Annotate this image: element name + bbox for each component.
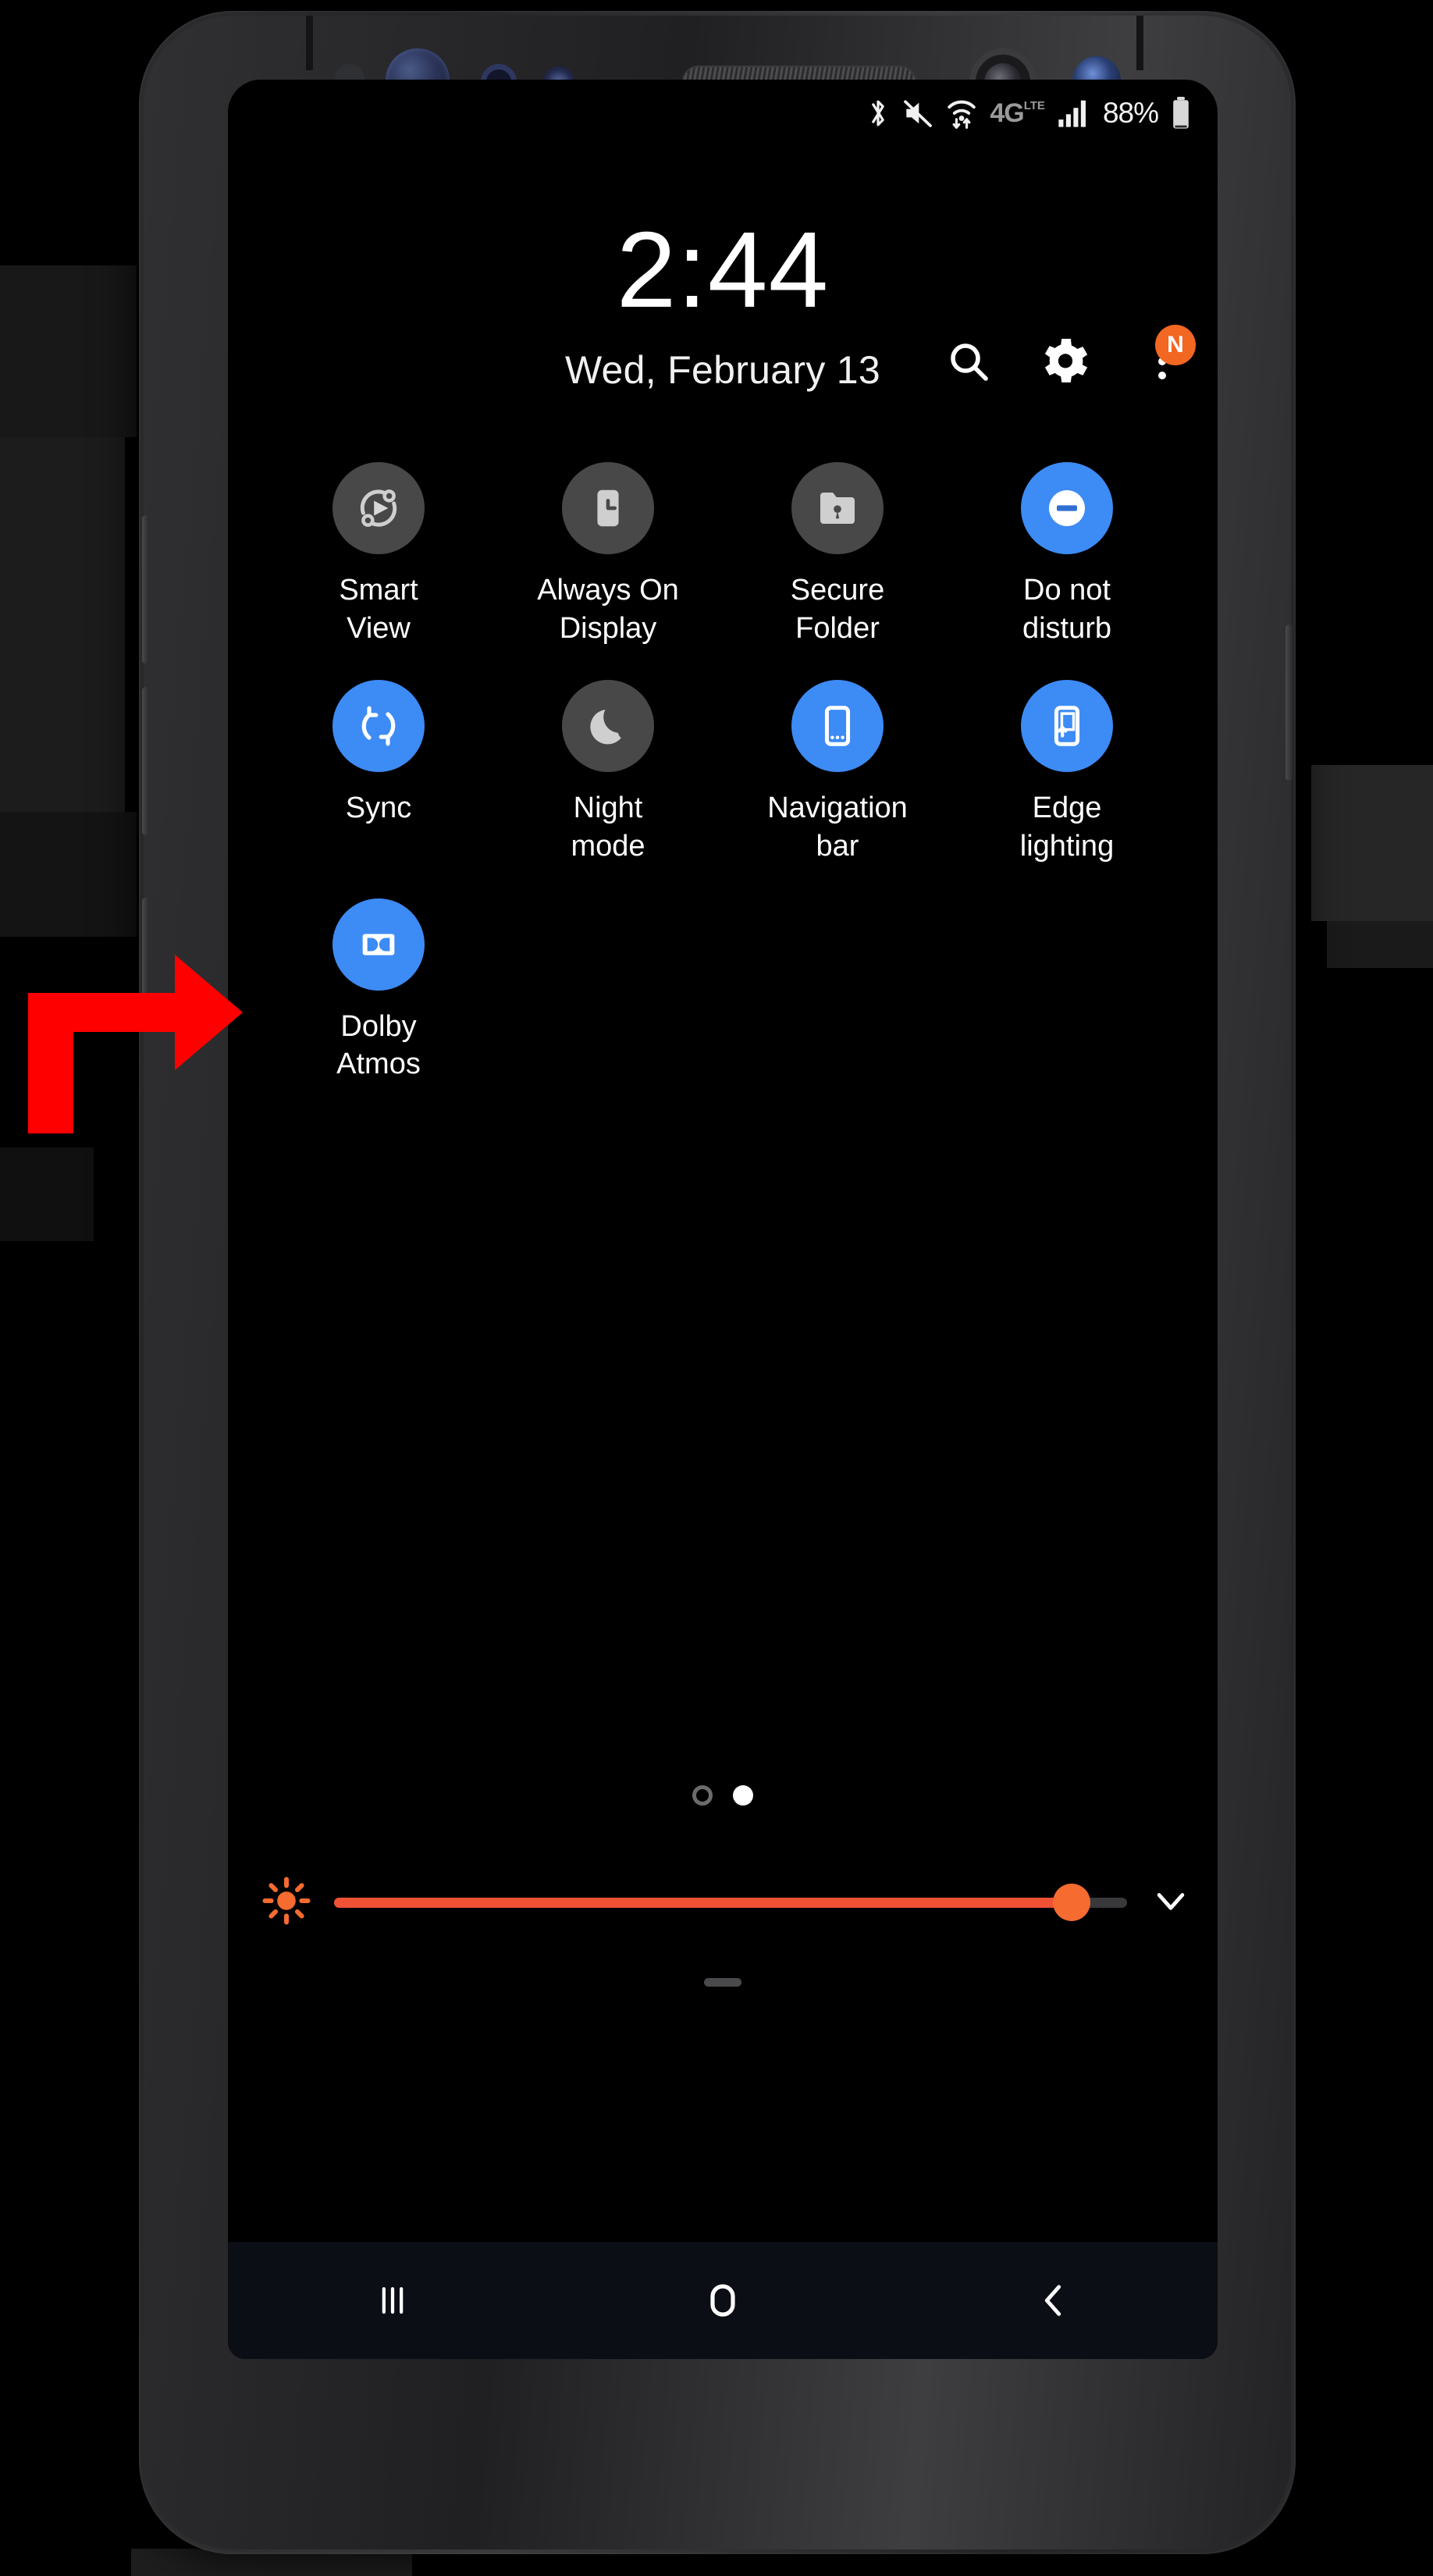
desktop-background-shape <box>1311 765 1433 921</box>
page-dot-2[interactable] <box>733 1785 753 1806</box>
search-icon <box>951 343 988 381</box>
quick-tile-secure-folder[interactable]: Secure Folder <box>723 462 952 647</box>
quick-tile-smart-view[interactable]: Smart View <box>264 462 493 647</box>
wifi-icon <box>946 97 977 130</box>
phone-screen: 4G LTE 88% 2:44 Wed, February 13 N Smart… <box>228 80 1218 2359</box>
desktop-background-shape <box>1327 921 1433 968</box>
bezel-notch <box>306 16 313 70</box>
quick-tile-always-on-display[interactable]: Always On Display <box>493 462 723 647</box>
desktop-background-shape <box>0 265 137 437</box>
gear-icon <box>1044 339 1088 382</box>
search-button[interactable] <box>944 337 993 386</box>
desktop-background-shape <box>0 437 125 812</box>
system-navigation-bar <box>228 2242 1218 2359</box>
quick-panel-actions: N <box>944 325 1196 386</box>
quick-tile-label: Navigation bar <box>767 792 908 863</box>
brightness-slider[interactable] <box>334 1867 1127 1937</box>
phone-device-frame: 4G LTE 88% 2:44 Wed, February 13 N Smart… <box>139 11 1296 2554</box>
dolby-atmos-toggle[interactable] <box>332 898 425 991</box>
status-bar: 4G LTE 88% <box>228 80 1218 147</box>
notification-badge: N <box>1155 325 1196 365</box>
volume-down-button[interactable] <box>142 687 149 835</box>
power-button[interactable] <box>1285 624 1293 781</box>
do-not-disturb-toggle[interactable] <box>1021 462 1113 554</box>
home-button[interactable] <box>664 2242 781 2359</box>
quick-tile-night-mode[interactable]: Night mode <box>493 680 723 865</box>
quick-tile-label: Sync <box>345 792 412 825</box>
quick-tile-dolby-atmos[interactable]: Dolby Atmos <box>264 898 493 1083</box>
panel-drag-handle[interactable] <box>704 1978 741 1987</box>
slider-thumb[interactable] <box>1052 1884 1090 1921</box>
network-type-icon: 4G LTE <box>990 98 1045 129</box>
quick-tile-label: Do not disturb <box>1022 574 1112 645</box>
quick-tile-navigation-bar[interactable]: Navigation bar <box>723 680 952 865</box>
sync-icon <box>361 706 396 746</box>
battery-icon <box>1171 97 1191 130</box>
quick-settings-grid: Smart View Always On Display Secure Fold… <box>264 462 1182 1083</box>
brightness-expand-button[interactable] <box>1150 1880 1191 1925</box>
always-on-display-icon <box>597 489 619 527</box>
network-type-label: 4G <box>990 98 1024 128</box>
settings-button[interactable] <box>1041 337 1090 386</box>
screenshot-root: 4G LTE 88% 2:44 Wed, February 13 N Smart… <box>0 0 1433 2576</box>
chevron-down-icon <box>1157 1892 1185 1910</box>
back-icon <box>1044 2285 1061 2316</box>
secure-folder-toggle[interactable] <box>791 462 884 554</box>
navigation-bar-toggle[interactable] <box>791 680 884 773</box>
brightness-sun-icon <box>262 1876 311 1929</box>
moon-icon <box>590 710 621 745</box>
clock-time: 2:44 <box>616 210 830 330</box>
recents-icon <box>382 2287 404 2314</box>
smart-view-toggle[interactable] <box>332 462 425 554</box>
red-arrow-annotation <box>28 955 243 1133</box>
smart-view-icon <box>360 489 397 527</box>
navigation-bar-icon <box>824 706 851 747</box>
signal-bars-icon <box>1058 98 1087 128</box>
desktop-background-shape <box>0 812 137 937</box>
page-dot-1[interactable] <box>692 1785 713 1806</box>
dolby-atmos-icon <box>362 933 395 955</box>
do-not-disturb-icon <box>1049 490 1085 526</box>
edge-lighting-toggle[interactable] <box>1021 680 1113 773</box>
bezel-notch <box>1136 16 1143 70</box>
battery-percent-label: 88% <box>1102 97 1159 129</box>
quick-tile-edge-lighting[interactable]: Edge lighting <box>952 680 1182 865</box>
edge-lighting-icon <box>1054 706 1080 747</box>
brightness-control[interactable] <box>262 1867 1191 1937</box>
slider-fill <box>334 1897 1072 1908</box>
quick-tile-do-not-disturb[interactable]: Do not disturb <box>952 462 1182 647</box>
quick-tile-label: Night mode <box>571 792 645 863</box>
bluetooth-icon <box>866 97 890 130</box>
always-on-display-toggle[interactable] <box>562 462 654 554</box>
volume-up-button[interactable] <box>142 515 149 664</box>
page-indicator[interactable] <box>228 1785 1218 1806</box>
secure-folder-icon <box>820 493 855 524</box>
back-button[interactable] <box>994 2242 1111 2359</box>
quick-tile-label: Edge lighting <box>1019 792 1115 863</box>
quick-tile-label: Secure Folder <box>790 574 885 645</box>
quick-tile-label: Dolby Atmos <box>336 1009 421 1081</box>
night-mode-toggle[interactable] <box>562 680 654 773</box>
recents-button[interactable] <box>334 2242 451 2359</box>
mute-icon <box>902 98 933 128</box>
phone-inner-frame: 4G LTE 88% 2:44 Wed, February 13 N Smart… <box>142 16 1293 2549</box>
sync-toggle[interactable] <box>332 680 425 773</box>
quick-tile-label: Always On Display <box>537 574 679 645</box>
quick-tile-sync[interactable]: Sync <box>264 680 493 865</box>
network-suffix-label: LTE <box>1023 98 1045 112</box>
more-options-button[interactable]: N <box>1138 325 1196 386</box>
home-icon <box>710 2284 735 2317</box>
quick-tile-label: Smart View <box>339 574 418 645</box>
